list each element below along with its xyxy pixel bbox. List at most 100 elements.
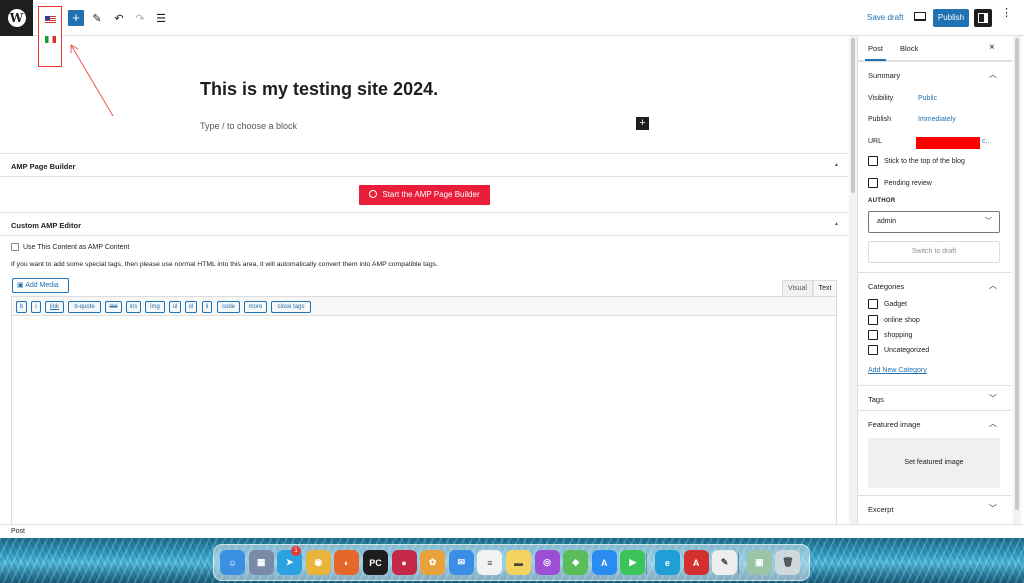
use-amp-content-checkbox[interactable]: Use This Content as AMP Content xyxy=(11,243,129,251)
tools-icon[interactable]: ✎ xyxy=(90,10,104,26)
block-placeholder[interactable]: Type / to choose a block xyxy=(200,121,297,131)
publish-button[interactable]: Publish xyxy=(933,9,969,27)
featured-image-panel-header[interactable]: Featured image ︿ xyxy=(858,410,1012,435)
pycharm-icon[interactable]: PC xyxy=(363,550,388,575)
custom-amp-editor-header[interactable]: Custom AMP Editor ▲ xyxy=(0,212,848,236)
visibility-value[interactable]: Public xyxy=(918,95,937,102)
preview-icon[interactable] xyxy=(914,12,926,21)
redo-icon[interactable]: ↷ xyxy=(133,10,147,26)
quicktag-close-tags[interactable]: close tags xyxy=(271,301,311,313)
excerpt-panel-header[interactable]: Excerpt ﹀ xyxy=(858,495,1012,520)
quicktag-code[interactable]: code xyxy=(217,301,240,313)
finder-icon[interactable]: ☺ xyxy=(220,550,245,575)
summary-panel-header[interactable]: Summary ︿ xyxy=(858,61,1012,86)
wordpress-logo-button[interactable]: W xyxy=(0,0,33,36)
textedit-icon[interactable]: ✎ xyxy=(712,550,738,575)
start-amp-builder-button[interactable]: Start the AMP Page Builder xyxy=(359,185,490,205)
scrollbar-thumb[interactable] xyxy=(1015,38,1019,510)
checkbox[interactable] xyxy=(868,315,878,325)
quicktag-b[interactable]: b xyxy=(16,301,27,313)
tab-block[interactable]: Block xyxy=(900,44,918,53)
add-media-button[interactable]: ▣ Add Media xyxy=(12,278,69,293)
set-featured-image-button[interactable]: Set featured image xyxy=(868,438,1000,488)
preview-icon[interactable]: ▣ xyxy=(746,550,772,575)
chevron-up-icon[interactable]: ︿ xyxy=(989,69,997,80)
quicktag-i[interactable]: i xyxy=(31,301,41,313)
screen-recorder-icon[interactable]: ● xyxy=(391,550,417,575)
category-online-shop[interactable]: online shop xyxy=(868,315,920,325)
quicktag-ul[interactable]: ul xyxy=(169,301,181,313)
save-draft-button[interactable]: Save draft xyxy=(867,13,903,22)
italy-flag-icon[interactable] xyxy=(45,36,56,43)
editor-canvas: This is my testing site 2024. Type / to … xyxy=(0,36,848,526)
chevron-down-icon[interactable]: ﹀ xyxy=(989,503,997,514)
settings-toggle-icon[interactable] xyxy=(974,9,992,27)
maps-icon[interactable]: ◆ xyxy=(563,550,589,575)
podcasts-icon[interactable]: ◎ xyxy=(534,550,560,575)
breadcrumb[interactable]: Post xyxy=(11,528,25,535)
canvas-scrollbar[interactable] xyxy=(849,36,857,524)
chevron-down-icon[interactable]: ﹀ xyxy=(989,393,997,404)
facetime-icon[interactable]: ▶ xyxy=(620,550,646,575)
quicktag-li[interactable]: li xyxy=(202,301,212,313)
add-new-category-link[interactable]: Add New Category xyxy=(868,367,927,374)
quicktag-ins[interactable]: ins xyxy=(126,301,141,313)
checkbox[interactable] xyxy=(868,299,878,309)
sticky-checkbox[interactable]: Stick to the top of the blog xyxy=(868,156,965,166)
category-shopping[interactable]: shopping xyxy=(868,330,912,340)
trash-icon[interactable]: 🗑 xyxy=(775,550,801,575)
pending-review-checkbox[interactable]: Pending review xyxy=(868,178,932,188)
chevron-up-icon[interactable]: ︿ xyxy=(989,280,997,291)
amp-text-editor[interactable] xyxy=(11,316,837,526)
checkbox[interactable] xyxy=(11,243,19,251)
photos-icon[interactable]: ✿ xyxy=(420,550,446,575)
undo-icon[interactable]: ↶ xyxy=(112,10,126,26)
firefox-icon[interactable]: ◐ xyxy=(334,550,360,575)
collapse-caret-icon[interactable]: ▲ xyxy=(834,221,839,227)
checkbox[interactable] xyxy=(868,156,878,166)
tab-text[interactable]: Text xyxy=(813,280,837,297)
options-menu-icon[interactable]: ⋮ xyxy=(1001,8,1012,19)
post-title[interactable]: This is my testing site 2024. xyxy=(200,79,438,100)
quicktag-b-quote[interactable]: b-quote xyxy=(68,301,101,313)
reminders-icon[interactable]: ≡ xyxy=(477,550,503,575)
author-select[interactable]: admin ﹀ xyxy=(868,211,1000,233)
block-inserter-button[interactable]: + xyxy=(68,10,84,26)
sidebar-scrollbar[interactable] xyxy=(1013,36,1021,524)
checkbox[interactable] xyxy=(868,178,878,188)
switch-to-draft-button[interactable]: Switch to draft xyxy=(868,241,1000,263)
acrobat-icon[interactable]: A xyxy=(683,550,709,575)
quicktag-more[interactable]: more xyxy=(244,301,267,313)
quicktag-del[interactable]: del xyxy=(105,301,122,313)
scrollbar-thumb[interactable] xyxy=(851,38,855,193)
checkbox[interactable] xyxy=(868,330,878,340)
close-icon[interactable]: × xyxy=(989,42,995,53)
mail-icon[interactable]: ✉ xyxy=(448,550,474,575)
chevron-up-icon[interactable]: ︿ xyxy=(989,418,997,429)
us-flag-icon[interactable] xyxy=(45,16,56,23)
collapse-caret-icon[interactable]: ▲ xyxy=(834,162,839,168)
tab-post[interactable]: Post xyxy=(864,44,887,61)
chrome-icon[interactable]: ◉ xyxy=(305,550,331,575)
quicktag-img[interactable]: img xyxy=(145,301,165,313)
url-redacted[interactable] xyxy=(916,137,980,149)
notes-icon[interactable]: ▬ xyxy=(506,550,531,575)
category-uncategorized[interactable]: Uncategorized xyxy=(868,345,929,355)
macos-dock: ☺ ▦ ➤ ◉ ◐ PC ● ✿ ✉ ≡ ▬ ◎ ◆ A ▶ e A ✎ ▣ 🗑 xyxy=(213,544,810,581)
url-suffix[interactable]: c... xyxy=(982,138,991,145)
quicktag-ol[interactable]: ol xyxy=(185,301,197,313)
tags-panel-header[interactable]: Tags ﹀ xyxy=(858,385,1012,410)
app-store-icon[interactable]: A xyxy=(591,550,617,575)
media-icon: ▣ xyxy=(17,282,24,289)
document-overview-icon[interactable]: ☰ xyxy=(154,10,168,26)
add-block-icon[interactable]: + xyxy=(636,117,649,130)
checkbox[interactable] xyxy=(868,345,878,355)
publish-value[interactable]: Immediately xyxy=(918,116,956,123)
categories-panel-header[interactable]: Categories ︿ xyxy=(858,272,1012,297)
category-gadget[interactable]: Gadget xyxy=(868,299,907,309)
tab-visual[interactable]: Visual xyxy=(782,280,813,297)
launchpad-icon[interactable]: ▦ xyxy=(248,550,274,575)
edge-icon[interactable]: e xyxy=(655,550,680,575)
amp-page-builder-header[interactable]: AMP Page Builder ▲ xyxy=(0,153,848,177)
quicktag-link[interactable]: link xyxy=(45,301,64,313)
